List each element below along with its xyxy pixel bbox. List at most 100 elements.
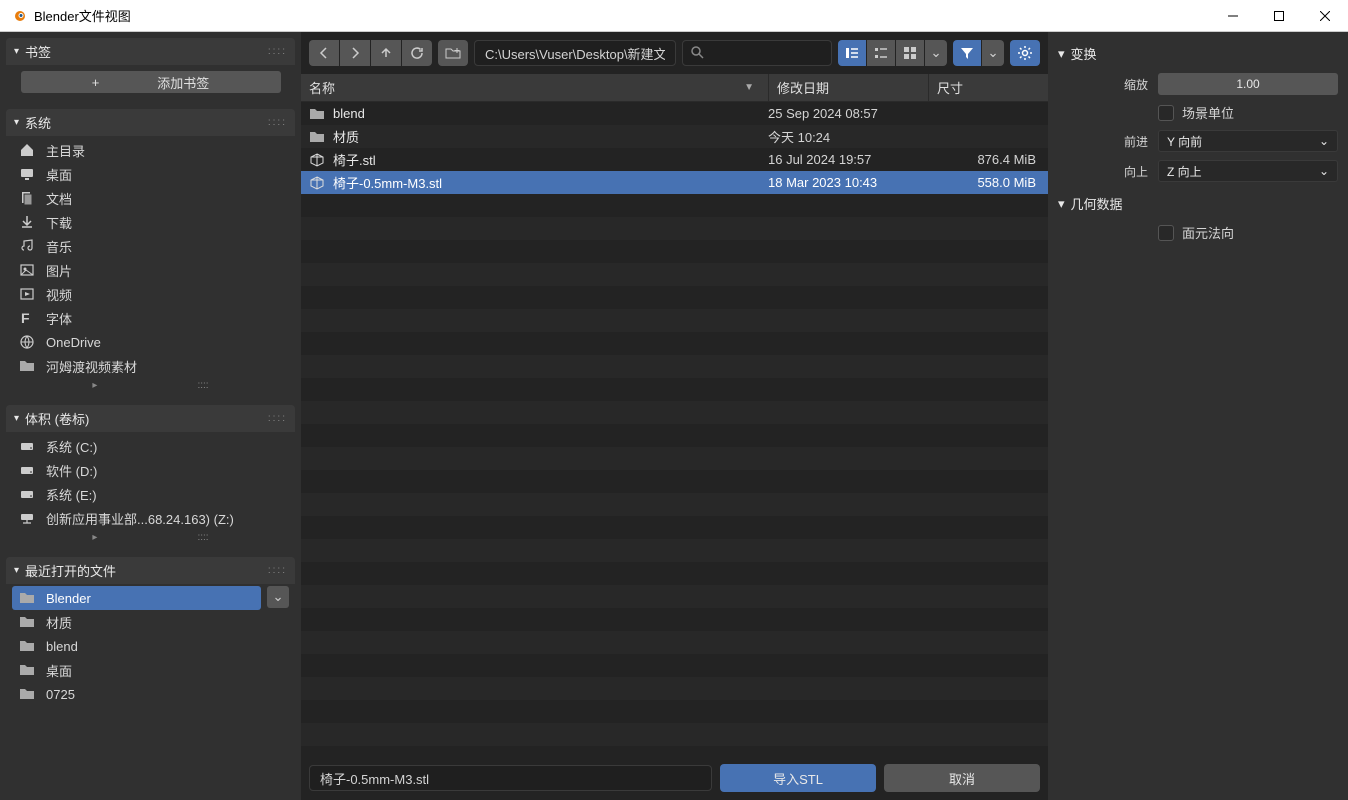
desktop-icon xyxy=(18,166,36,182)
volumes-panel-header[interactable]: ▾ 体积 (卷标) :::: xyxy=(6,405,295,432)
list-item-label: 材质 xyxy=(46,613,72,632)
window-maximize-button[interactable] xyxy=(1256,0,1302,32)
file-list[interactable]: blend25 Sep 2024 08:57材质今天 10:24椅子.stl16… xyxy=(301,102,1048,756)
window-title: Blender文件视图 xyxy=(34,6,131,25)
drag-handle-icon[interactable]: :::: xyxy=(268,413,287,424)
cancel-button[interactable]: 取消 xyxy=(884,764,1040,792)
import-button[interactable]: 导入STL xyxy=(720,764,876,792)
recent-panel-header[interactable]: ▾ 最近打开的文件 :::: xyxy=(6,557,295,584)
file-row[interactable]: blend25 Sep 2024 08:57 xyxy=(301,102,1048,125)
list-item[interactable]: Blender xyxy=(12,586,261,610)
list-item-label: 主目录 xyxy=(46,141,85,160)
folder-icon xyxy=(18,687,36,701)
file-row[interactable]: 椅子-0.5mm-M3.stl18 Mar 2023 10:43558.0 Mi… xyxy=(301,171,1048,194)
file-row[interactable]: 椅子.stl16 Jul 2024 19:57876.4 MiB xyxy=(301,148,1048,171)
list-item[interactable]: 文档 xyxy=(12,186,289,210)
up-select[interactable]: Z 向上 ⌄ xyxy=(1158,160,1338,182)
view-list-horizontal-button[interactable] xyxy=(867,40,895,66)
list-item[interactable]: 桌面 xyxy=(12,162,289,186)
home-icon xyxy=(18,142,36,158)
column-size-header[interactable]: 尺寸 xyxy=(928,74,1048,101)
list-item[interactable]: 视频 xyxy=(12,282,289,306)
filename-input[interactable] xyxy=(309,765,712,791)
geometry-panel-header[interactable]: ▾ 几何数据 xyxy=(1054,188,1342,219)
list-item[interactable]: 河姆渡视频素材 xyxy=(12,354,289,378)
window-minimize-button[interactable] xyxy=(1210,0,1256,32)
filter-dropdown[interactable]: ⌄ xyxy=(982,40,1004,66)
list-item[interactable]: 系统 (E:) xyxy=(12,482,289,506)
chevron-down-icon: ▾ xyxy=(1058,46,1065,62)
scroll-indicator[interactable]: ▸:::: xyxy=(12,378,289,393)
file-row-empty xyxy=(301,378,1048,401)
list-item[interactable]: 材质 xyxy=(12,610,261,634)
list-item[interactable]: F字体 xyxy=(12,306,289,330)
list-item[interactable]: 系统 (C:) xyxy=(12,434,289,458)
file-date: 16 Jul 2024 19:57 xyxy=(768,152,928,167)
chevron-down-icon: ⌄ xyxy=(1319,164,1329,178)
list-item-label: 软件 (D:) xyxy=(46,461,97,480)
cloud-icon xyxy=(18,334,36,350)
folder-icon xyxy=(18,591,36,605)
list-item[interactable]: 音乐 xyxy=(12,234,289,258)
file-browser-main: ⌄ ⌄ 名称 ▼ 修改日期 尺寸 blend25 Sep 2024 08:57材… xyxy=(301,32,1048,800)
column-date-header[interactable]: 修改日期 xyxy=(768,74,928,101)
file-row-empty xyxy=(301,401,1048,424)
new-folder-button[interactable] xyxy=(438,40,468,66)
folder-icon xyxy=(309,130,325,144)
path-input[interactable] xyxy=(474,40,676,66)
mesh-icon xyxy=(309,152,325,168)
window-close-button[interactable] xyxy=(1302,0,1348,32)
add-bookmark-button[interactable]: + 添加书签 xyxy=(21,71,281,93)
bookmarks-panel-header[interactable]: ▾ 书签 :::: xyxy=(6,38,295,65)
file-row[interactable]: 材质今天 10:24 xyxy=(301,125,1048,148)
file-row-empty xyxy=(301,424,1048,447)
view-list-vertical-button[interactable] xyxy=(838,40,866,66)
recent-collapse-button[interactable]: ⌄ xyxy=(267,586,289,608)
file-row-empty xyxy=(301,562,1048,585)
scale-input[interactable] xyxy=(1158,73,1338,95)
list-item[interactable]: 主目录 xyxy=(12,138,289,162)
folder-icon xyxy=(18,615,36,629)
list-item[interactable]: 0725 xyxy=(12,682,261,706)
scale-label: 缩放 xyxy=(1098,76,1148,93)
scroll-indicator[interactable]: ▸:::: xyxy=(12,530,289,545)
settings-button[interactable] xyxy=(1010,40,1040,66)
window-titlebar: Blender文件视图 xyxy=(0,0,1348,32)
file-name: 材质 xyxy=(333,127,359,146)
chevron-down-icon: ⌄ xyxy=(272,589,283,605)
file-size: 876.4 MiB xyxy=(928,152,1048,167)
list-item[interactable]: 软件 (D:) xyxy=(12,458,289,482)
file-browser-toolbar: ⌄ ⌄ xyxy=(301,32,1048,74)
nav-forward-button[interactable] xyxy=(340,40,370,66)
drag-handle-icon[interactable]: :::: xyxy=(268,46,287,57)
list-item[interactable]: 桌面 xyxy=(12,658,261,682)
list-item[interactable]: 图片 xyxy=(12,258,289,282)
nav-up-button[interactable] xyxy=(371,40,401,66)
drag-handle-icon[interactable]: :::: xyxy=(268,565,287,576)
nav-refresh-button[interactable] xyxy=(402,40,432,66)
nav-back-button[interactable] xyxy=(309,40,339,66)
folder-icon xyxy=(18,663,36,677)
list-item[interactable]: blend xyxy=(12,634,261,658)
facet-normals-checkbox[interactable] xyxy=(1158,225,1174,241)
file-row-empty xyxy=(301,654,1048,677)
list-item-label: OneDrive xyxy=(46,335,101,350)
search-input[interactable] xyxy=(682,40,832,66)
drag-handle-icon[interactable]: :::: xyxy=(268,117,287,128)
list-item-label: 系统 (E:) xyxy=(46,485,97,504)
forward-select[interactable]: Y 向前 ⌄ xyxy=(1158,130,1338,152)
list-item[interactable]: 下载 xyxy=(12,210,289,234)
scene-unit-checkbox[interactable] xyxy=(1158,105,1174,121)
system-panel-header[interactable]: ▾ 系统 :::: xyxy=(6,109,295,136)
chevron-down-icon: ▾ xyxy=(14,413,19,424)
view-options-dropdown[interactable]: ⌄ xyxy=(925,40,947,66)
view-thumbnails-button[interactable] xyxy=(896,40,924,66)
list-item[interactable]: OneDrive xyxy=(12,330,289,354)
volumes-title: 体积 (卷标) xyxy=(25,409,89,428)
list-item[interactable]: 创新应用事业部...68.24.163) (Z:) xyxy=(12,506,289,530)
filter-button[interactable] xyxy=(953,40,981,66)
file-row-empty xyxy=(301,493,1048,516)
transform-panel-header[interactable]: ▾ 变换 xyxy=(1054,38,1342,69)
column-name-header[interactable]: 名称 ▼ xyxy=(301,74,768,101)
file-row-empty xyxy=(301,447,1048,470)
